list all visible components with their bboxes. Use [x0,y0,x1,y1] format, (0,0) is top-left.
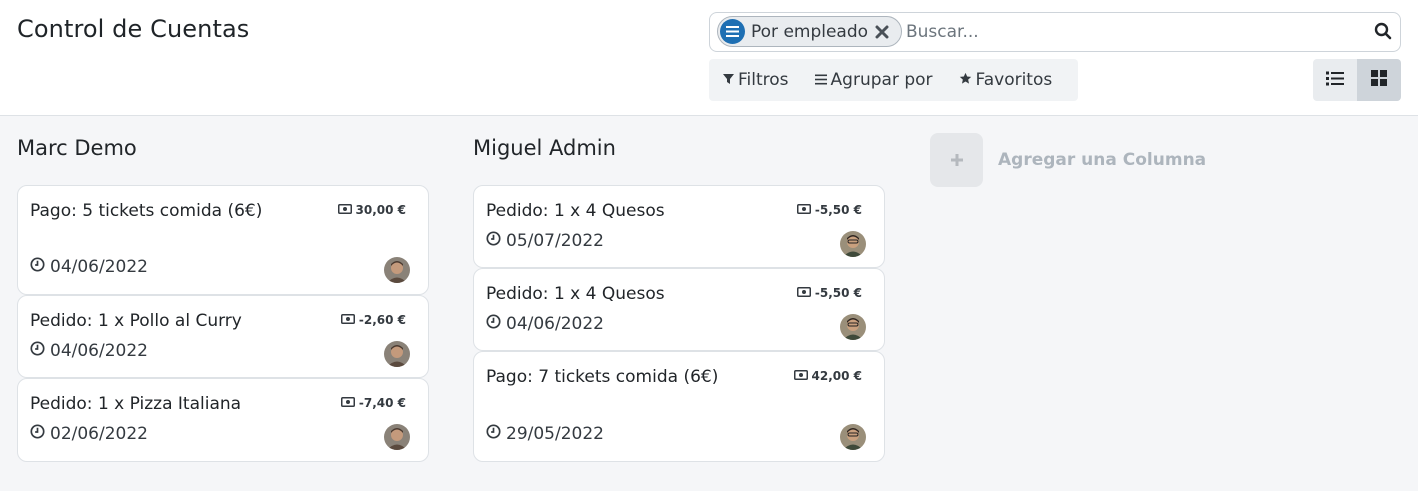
add-column-button[interactable]: Agregar una Columna [930,133,1206,187]
clock-icon [30,257,50,277]
favorites-label: Favoritos [975,70,1053,90]
card-title: Pedido: 1 x 4 Quesos [486,201,665,221]
money-icon [796,286,815,300]
card-amount-value: 42,00 € [811,369,862,383]
column-title[interactable]: Miguel Admin [473,136,616,160]
card-date: 04/06/2022 [30,257,148,277]
card-amount-value: 30,00 € [355,203,406,217]
search-input[interactable] [906,17,1366,47]
list-view-button[interactable] [1313,59,1357,101]
view-switcher [1313,59,1401,101]
card-date-value: 04/06/2022 [506,314,604,334]
search-facet[interactable]: Por empleado [717,16,902,47]
clock-icon [486,424,506,444]
card-amount: -5,50 € [796,286,862,300]
avatar [840,314,866,340]
card-title: Pedido: 1 x Pollo al Curry [30,311,242,331]
card-date: 05/07/2022 [486,231,604,251]
clock-icon [486,314,506,334]
kanban-card[interactable]: Pedido: 1 x 4 Quesos -5,50 € 04/06/2022 [473,268,885,351]
add-column-label: Agregar una Columna [998,150,1207,170]
card-amount: 42,00 € [793,369,862,383]
card-date: 04/06/2022 [30,341,148,361]
money-icon [337,203,356,217]
grid-icon [1371,70,1387,90]
page-title: Control de Cuentas [17,15,250,43]
card-date: 04/06/2022 [486,314,604,334]
card-title: Pago: 7 tickets comida (6€) [486,367,719,387]
group-by-label: Agrupar por [830,70,933,90]
kanban-view-button[interactable] [1357,59,1401,101]
bars-icon [814,70,831,90]
column-title[interactable]: Marc Demo [17,136,137,160]
card-amount: -5,50 € [796,203,862,217]
card-title: Pedido: 1 x 4 Quesos [486,284,665,304]
card-amount: 30,00 € [337,203,406,217]
card-title: Pago: 5 tickets comida (6€) [30,201,263,221]
avatar [384,257,410,283]
kanban-card[interactable]: Pago: 7 tickets comida (6€) 42,00 € 29/0… [473,351,885,462]
card-amount-value: -5,50 € [814,286,862,300]
group-by-icon [720,19,745,44]
clock-icon [30,341,50,361]
card-amount-value: -2,60 € [358,313,406,327]
card-date-value: 05/07/2022 [506,231,604,251]
card-date: 02/06/2022 [30,424,148,444]
search-bar: Por empleado [709,12,1401,52]
kanban-card[interactable]: Pago: 5 tickets comida (6€) 30,00 € 04/0… [17,185,429,295]
list-icon [1326,71,1344,90]
star-icon [959,70,976,90]
kanban-card[interactable]: Pedido: 1 x Pizza Italiana -7,40 € 02/06… [17,378,429,462]
card-date-value: 04/06/2022 [50,257,148,277]
card-date-value: 29/05/2022 [506,424,604,444]
favorites-button[interactable]: Favoritos [959,59,1053,101]
card-date-value: 04/06/2022 [50,341,148,361]
card-amount: -7,40 € [340,396,406,410]
group-by-button[interactable]: Agrupar por [814,59,933,101]
money-icon [340,313,359,327]
clock-icon [486,231,506,251]
card-title: Pedido: 1 x Pizza Italiana [30,394,242,414]
close-icon[interactable] [874,24,890,40]
search-icon[interactable] [1374,22,1394,42]
money-icon [340,396,359,410]
clock-icon [30,424,50,444]
money-icon [793,369,812,383]
avatar [840,231,866,257]
card-amount-value: -5,50 € [814,203,862,217]
card-date-value: 02/06/2022 [50,424,148,444]
plus-icon [930,133,983,187]
filter-icon [723,70,738,90]
control-panel: Control de Cuentas Por empleado Buscar..… [0,0,1418,116]
kanban-card[interactable]: Pedido: 1 x 4 Quesos -5,50 € 05/07/2022 [473,185,885,268]
avatar [384,341,410,367]
card-date: 29/05/2022 [486,424,604,444]
avatar [840,424,866,450]
search-options: Filtros Agrupar por Favoritos [709,59,1078,101]
filters-label: Filtros [738,70,789,90]
kanban-card[interactable]: Pedido: 1 x Pollo al Curry -2,60 € 04/06… [17,295,429,378]
money-icon [796,203,815,217]
filters-button[interactable]: Filtros [723,59,789,101]
avatar [384,424,410,450]
card-amount-value: -7,40 € [358,396,406,410]
facet-label: Por empleado [751,21,869,42]
card-amount: -2,60 € [340,313,406,327]
